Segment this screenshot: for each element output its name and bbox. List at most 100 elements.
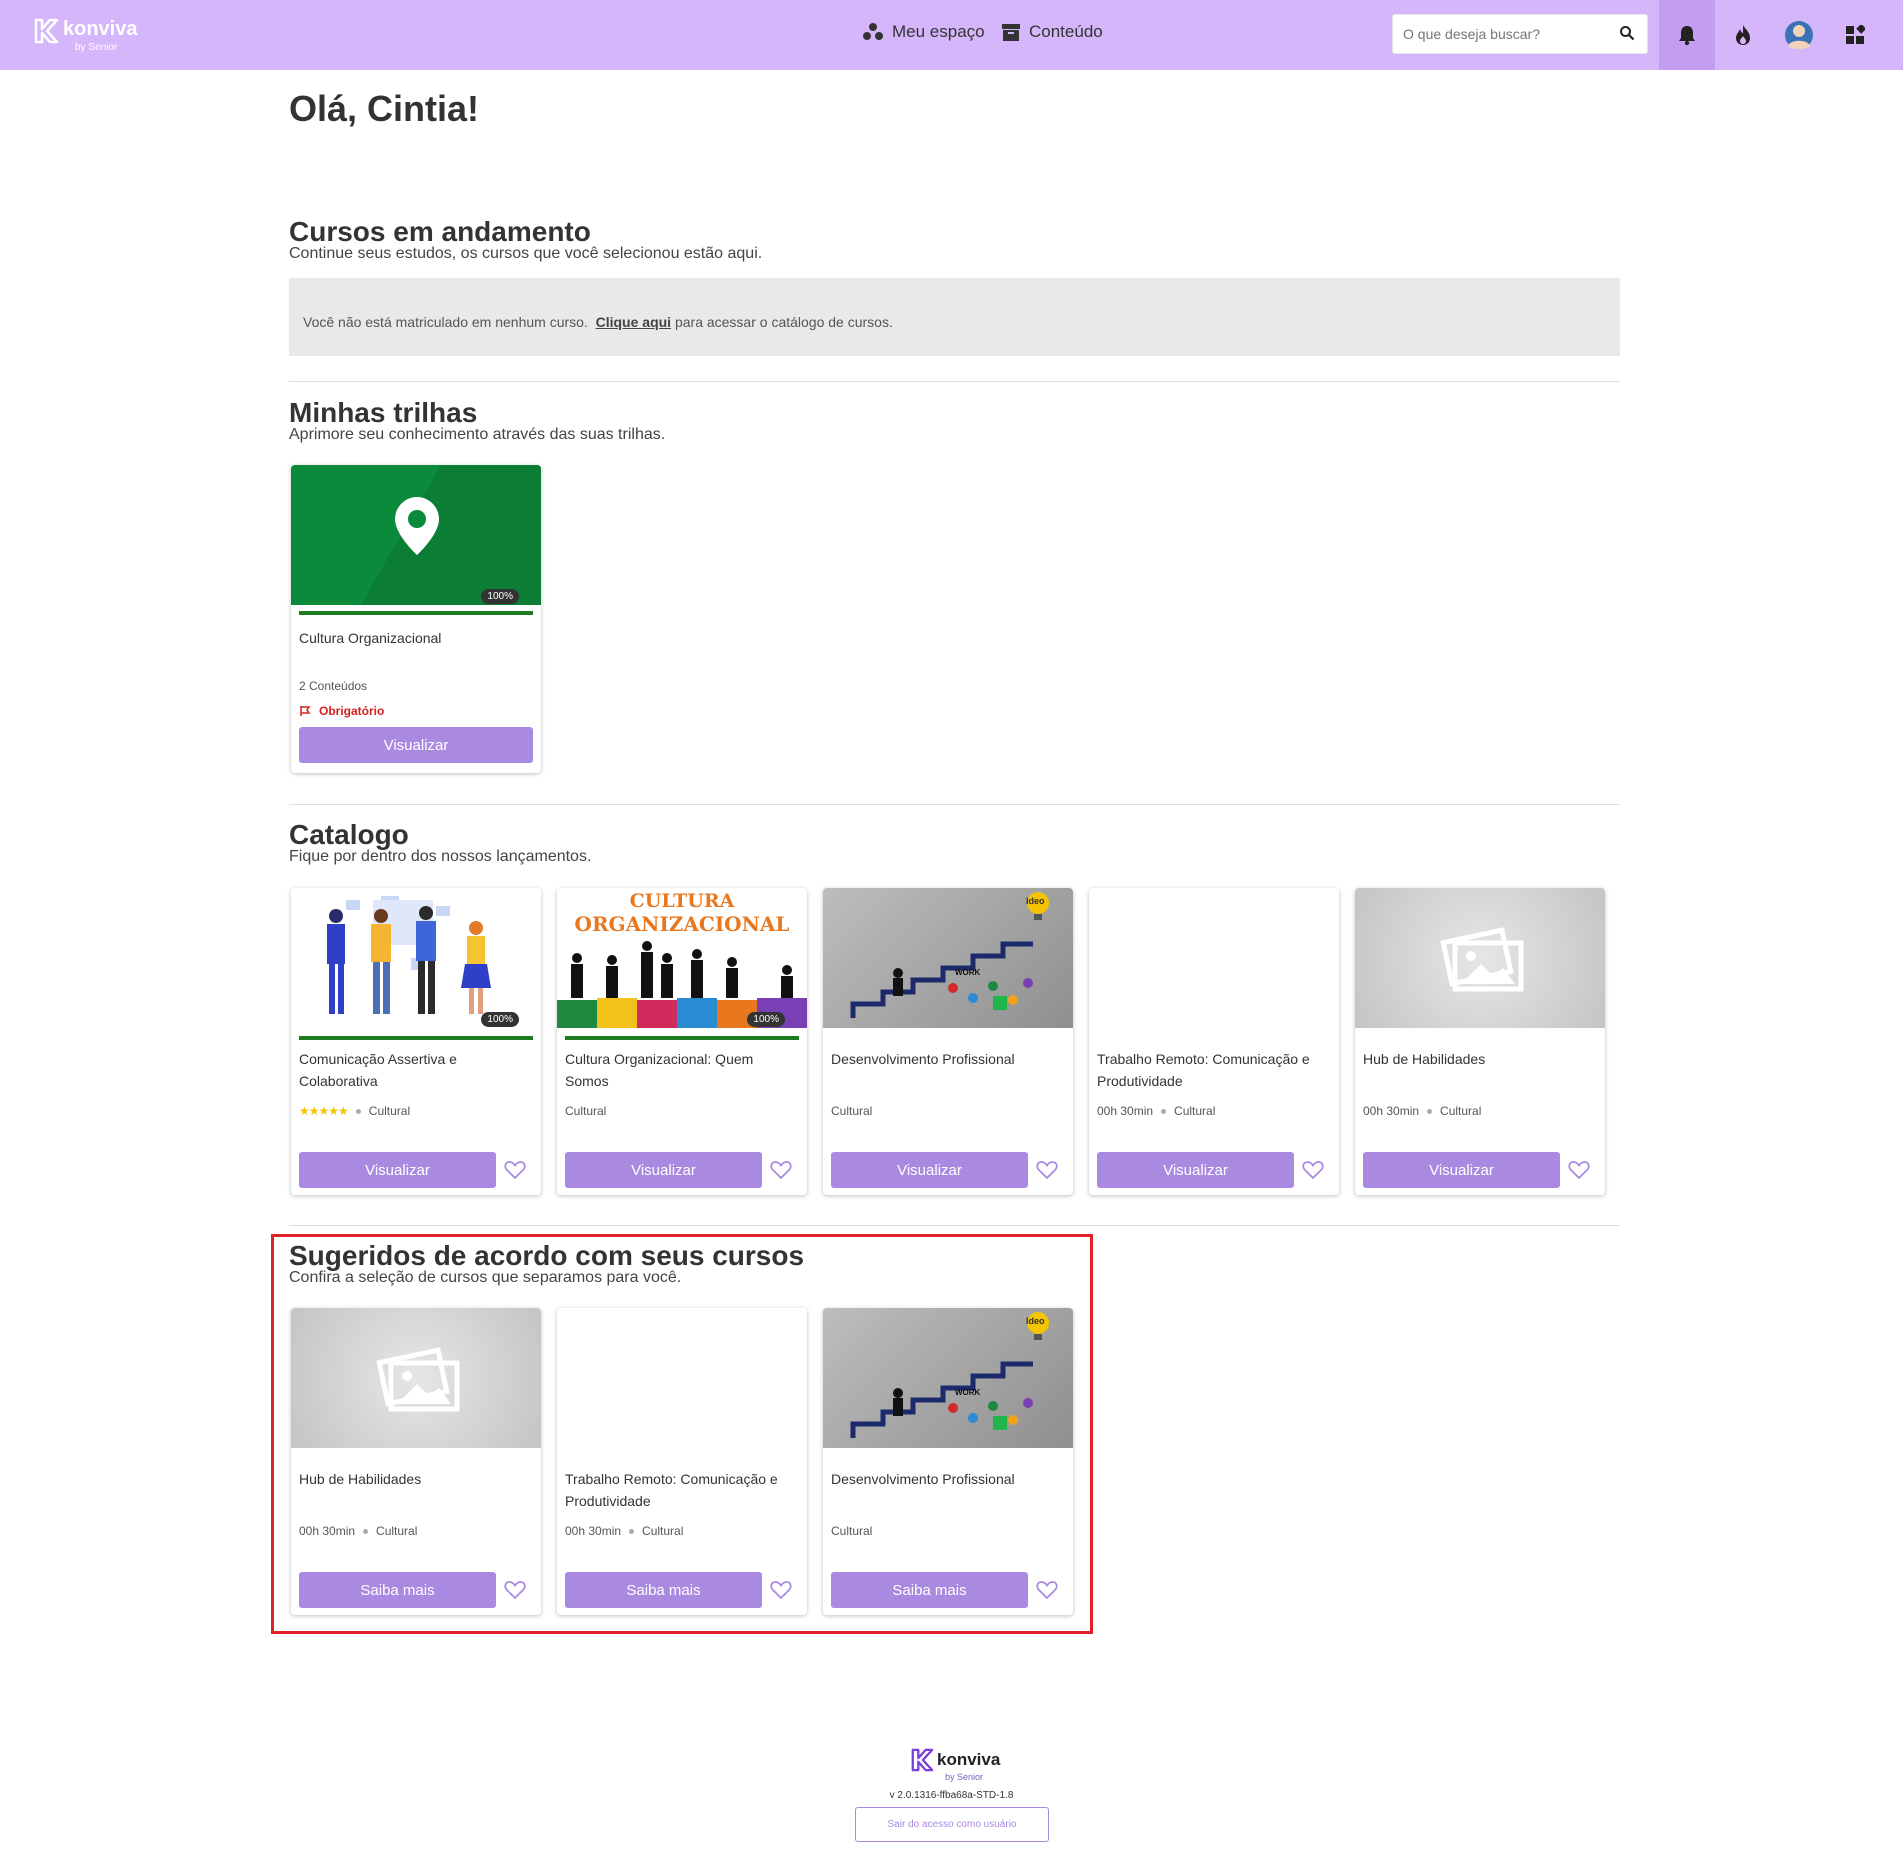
user-avatar-button[interactable] — [1771, 0, 1827, 70]
empty-text: Você não está matriculado em nenhum curs… — [303, 314, 588, 330]
empty-suffix: para acessar o catálogo de cursos. — [674, 314, 893, 330]
course-duration: 00h 30min — [1097, 1104, 1154, 1118]
logo-text: konviva — [63, 18, 138, 40]
separator-dot — [1427, 1108, 1433, 1114]
highlight-frame — [271, 1234, 1093, 1634]
footer-logo-by: by Senior — [945, 1772, 984, 1782]
visualizar-button[interactable]: Visualizar — [1097, 1152, 1294, 1188]
courses-in-progress-title: Cursos em andamento — [289, 216, 591, 247]
search-input[interactable] — [1393, 15, 1603, 53]
course-category: Cultural — [831, 1104, 873, 1118]
people-illustration — [327, 896, 491, 1014]
course-category: Cultural — [1440, 1104, 1482, 1118]
archive-icon — [1002, 24, 1020, 41]
course-title: Hub de Habilidades — [1363, 1051, 1486, 1067]
course-thumbnail — [291, 888, 541, 1028]
course-title: Comunicação Assertiva e Colaborativa — [299, 1051, 457, 1089]
trails-title: Minhas trilhas — [289, 397, 478, 428]
nav-meu-espaco[interactable]: Meu espaço — [862, 22, 985, 42]
trails-subtitle: Aprimore seu conhecimento através das su… — [289, 426, 666, 443]
progress-badge: 100% — [481, 589, 519, 604]
image-placeholder-icon — [1440, 927, 1524, 992]
trail-thumbnail — [291, 465, 541, 605]
required-badge: Obrigatório — [299, 704, 384, 718]
catalog-card-comunicacao[interactable]: 100% Comunicação Assertiva e Colaborativ… — [291, 888, 541, 1195]
visualizar-button[interactable]: Visualizar — [1363, 1152, 1560, 1188]
trail-contents: 2 Conteúdos — [299, 679, 367, 693]
heart-icon[interactable] — [1301, 1158, 1325, 1182]
puzzle-people-illustration — [557, 941, 807, 1028]
avatar — [1785, 21, 1813, 49]
nav-meu-espaco-label: Meu espaço — [892, 22, 985, 41]
course-meta: Cultural — [831, 1104, 872, 1118]
top-bar: konviva by Senior Meu espaço Conteúdo — [0, 0, 1903, 70]
course-title: Trabalho Remoto: Comunicação e Produtivi… — [1097, 1051, 1310, 1089]
empty-courses-message: Você não está matriculado em nenhum curs… — [289, 278, 1620, 356]
heart-icon[interactable] — [769, 1158, 793, 1182]
location-pin-icon — [361, 465, 541, 605]
course-meta: Cultural — [565, 1104, 606, 1118]
progress-bar — [299, 1036, 533, 1040]
konviva-logo[interactable]: konviva by Senior — [33, 16, 143, 56]
logo-by: by Senior — [75, 42, 118, 53]
bell-icon — [1679, 26, 1695, 46]
progress-bar — [565, 1036, 799, 1040]
course-meta: 00h 30min Cultural — [1363, 1104, 1481, 1118]
visualizar-button[interactable]: Visualizar — [831, 1152, 1028, 1188]
widgets-icon — [1846, 25, 1865, 44]
version-text: v 2.0.1316-ffba68a-STD-1.8 — [889, 1790, 1014, 1801]
progress-badge: 100% — [481, 1012, 519, 1027]
trail-title: Cultura Organizacional — [299, 630, 442, 646]
course-thumbnail — [1355, 888, 1605, 1028]
heart-icon[interactable] — [503, 1158, 527, 1182]
streak-button[interactable] — [1715, 0, 1771, 70]
visualizar-button[interactable]: Visualizar — [565, 1152, 762, 1188]
heart-icon[interactable] — [1567, 1158, 1591, 1182]
progress-bar — [299, 611, 533, 615]
course-meta: 00h 30min Cultural — [1097, 1104, 1215, 1118]
course-category: Cultural — [368, 1104, 411, 1118]
stairs-illustration — [850, 892, 1049, 1018]
trail-card[interactable]: 100% Cultura Organizacional 2 Conteúdos … — [291, 465, 541, 773]
nav-conteudo[interactable]: Conteúdo — [1001, 22, 1103, 42]
fire-icon — [1736, 25, 1750, 45]
flag-icon — [300, 706, 311, 716]
nav-conteudo-label: Conteúdo — [1029, 22, 1103, 41]
konviva-k-icon — [34, 18, 59, 44]
visualizar-button[interactable]: Visualizar — [299, 727, 533, 763]
course-thumbnail: CULTURA ORGANIZACIONAL — [557, 888, 807, 1028]
greeting: Olá, Cintia! — [289, 88, 480, 129]
heart-icon[interactable] — [1035, 1158, 1059, 1182]
exit-user-access-button[interactable]: Sair do acesso como usuário — [855, 1807, 1049, 1842]
course-category: Cultural — [1174, 1104, 1216, 1118]
notifications-button[interactable] — [1659, 0, 1715, 70]
people-icon — [863, 23, 883, 40]
divider — [289, 804, 1620, 805]
course-meta: ★★★★★ Cultural — [299, 1104, 410, 1118]
divider — [289, 1225, 1620, 1226]
catalog-title: Catalogo — [289, 819, 409, 850]
catalog-link[interactable]: Clique aqui — [596, 314, 671, 330]
contents-count: 2 Conteúdos — [299, 679, 368, 693]
rating-stars: ★★★★★ — [299, 1104, 349, 1118]
search-box — [1392, 14, 1648, 54]
catalog-card-cultura[interactable]: CULTURA ORGANIZACIONAL 100% Cultura Orga… — [557, 888, 807, 1195]
thumb-label-work: WORK — [955, 968, 981, 977]
course-thumbnail: Ideo WORK — [823, 888, 1073, 1028]
apps-button[interactable] — [1827, 0, 1883, 70]
course-category: Cultural — [565, 1104, 607, 1118]
divider — [289, 381, 1620, 382]
progress-badge: 100% — [747, 1012, 785, 1027]
konviva-k-icon — [911, 1748, 934, 1772]
search-icon[interactable] — [1619, 25, 1635, 41]
footer-logo-text: konviva — [937, 1750, 1001, 1769]
catalog-card-hub[interactable]: Hub de Habilidades 00h 30min Cultural Vi… — [1355, 888, 1605, 1195]
separator-dot — [355, 1108, 361, 1114]
catalog-card-desenvolvimento[interactable]: Ideo WORK Desenvolvimento Profissional C… — [823, 888, 1073, 1195]
course-title: Cultura Organizacional: Quem Somos — [565, 1051, 754, 1089]
visualizar-button[interactable]: Visualizar — [299, 1152, 496, 1188]
required-label: Obrigatório — [319, 704, 385, 718]
course-duration: 00h 30min — [1363, 1104, 1420, 1118]
separator-dot — [1161, 1108, 1167, 1114]
catalog-card-trabalho-remoto[interactable]: Trabalho Remoto: Comunicação e Produtivi… — [1089, 888, 1339, 1195]
